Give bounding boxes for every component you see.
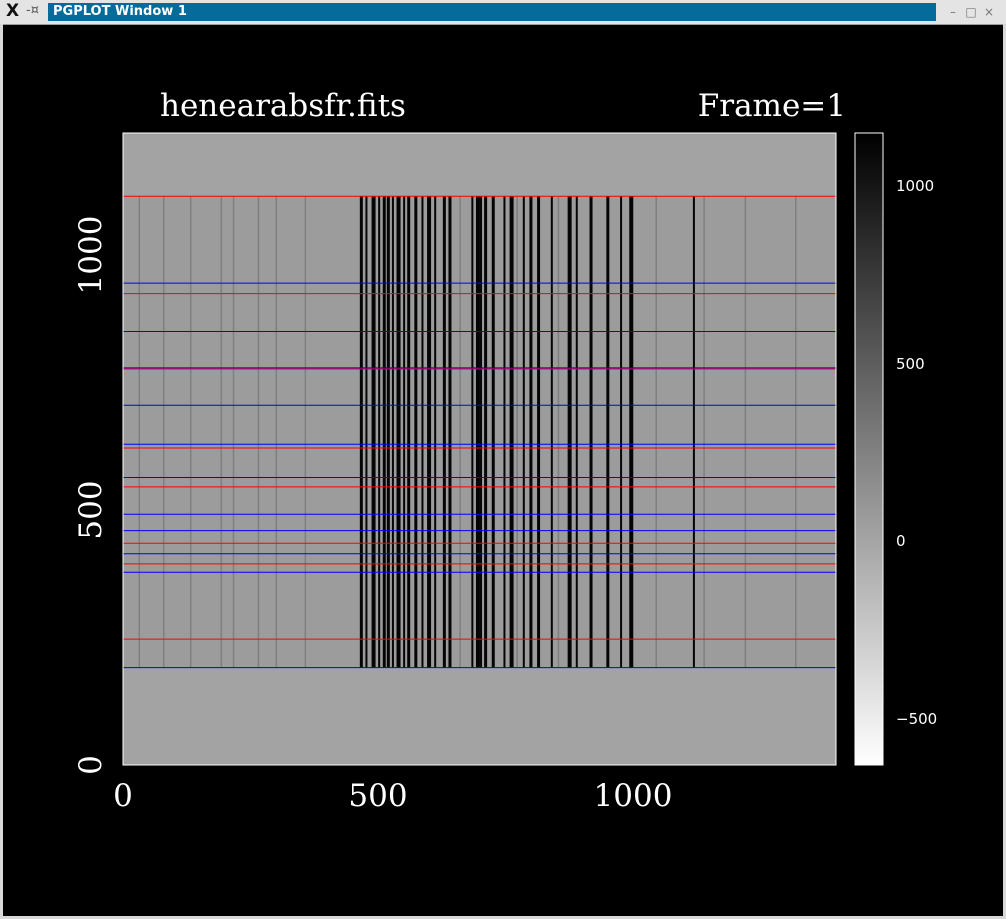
spectrum-image [123,133,836,765]
y-axis: 0 500 1000 [73,216,109,775]
x-axis: 0 500 1000 [113,778,672,814]
colorbar-tick-label: 500 [896,355,925,373]
y-tick-label: 500 [73,480,109,539]
colorbar-tick-label: 1000 [896,177,934,195]
pgplot-canvas: henearabsfr.fits Frame=1 0 500 1000 0 50… [73,88,937,814]
colorbar [854,132,884,766]
colorbar-ticks: 1000 500 0 −500 [896,177,937,728]
frame-label: Frame=1 [698,88,846,124]
colorbar-tick-label: 0 [896,532,906,550]
x-tick-label: 1000 [594,778,673,814]
y-tick-label: 0 [73,755,109,775]
x-tick-label: 500 [348,778,407,814]
y-tick-label: 1000 [73,216,109,295]
x-tick-label: 0 [113,778,133,814]
plot-title: henearabsfr.fits [160,88,406,124]
colorbar-tick-label: −500 [896,710,937,728]
